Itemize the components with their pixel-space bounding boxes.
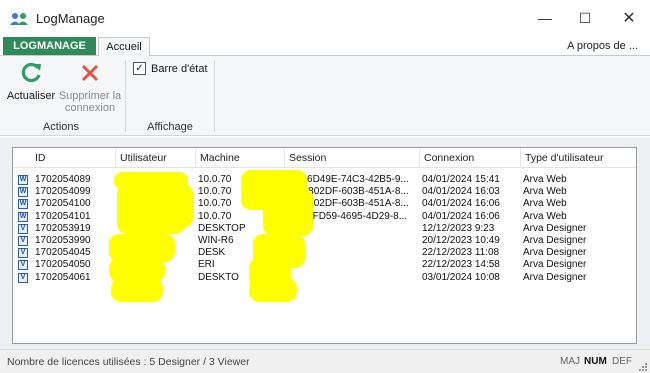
group-divider <box>125 60 126 132</box>
licence-count: Nombre de licences utilisées : 5 Designe… <box>7 356 250 368</box>
resize-grip-icon[interactable] <box>639 362 647 371</box>
designer-user-icon: V <box>18 248 28 259</box>
designer-user-icon: V <box>18 223 28 234</box>
actions-group-label: Actions <box>42 121 80 133</box>
column-header[interactable]: ID <box>13 148 116 168</box>
column-header[interactable]: Session <box>285 148 420 168</box>
users-icon <box>10 12 30 26</box>
table-row[interactable]: W 1702054101 10.0.70 {0403FD59-4695-4D29-8.… <box>13 211 636 223</box>
cell-type: Arva Designer <box>523 222 587 234</box>
cell-session <box>287 235 419 247</box>
column-header[interactable]: Utilisateur <box>116 148 196 168</box>
ribbon-tab-bar: LOGMANAGE Accueil A propos de ... <box>0 36 650 57</box>
table-row[interactable]: V 1702054061 DESKTO 03/01/2024 10:08 Arva De… <box>13 272 636 284</box>
cell-type: Arva Designer <box>523 247 587 259</box>
table-row[interactable]: V 1702054045 DESK 22/12/2023 11:08 Arva Desi… <box>13 247 636 259</box>
content-area: ID Utilisateur Machine Session Connexion Type… <box>0 137 650 349</box>
refresh-button[interactable]: Actualiser <box>6 60 56 102</box>
delete-label-line2: connexion <box>64 102 116 114</box>
statusbar-checkbox[interactable]: ✓ <box>133 62 146 75</box>
maximize-button[interactable]: ☐ <box>570 8 600 28</box>
cell-connexion: 12/12/2023 9:23 <box>422 222 495 234</box>
delete-x-icon <box>76 60 104 86</box>
connections-list[interactable]: ID Utilisateur Machine Session Connexion Type… <box>12 147 637 344</box>
caps-indicator: MAJ <box>560 356 580 367</box>
cell-id: 1702054061 <box>35 271 91 283</box>
cell-type: Arva Designer <box>523 235 587 246</box>
cell-connexion: 22/12/2023 14:58 <box>422 259 500 271</box>
cell-id: 1702054100 <box>35 198 91 210</box>
status-bar: Nombre de licences utilisées : 5 Designe… <box>0 349 650 373</box>
window-title: LogManage <box>36 11 105 26</box>
cell-type: Arva Web <box>523 210 567 222</box>
cell-session <box>287 272 419 284</box>
close-button[interactable]: ✕ <box>614 8 644 28</box>
web-user-icon: W <box>18 199 28 210</box>
web-user-icon: W <box>18 175 28 185</box>
cell-type: Arva Designer <box>523 271 587 283</box>
web-user-icon: W <box>18 211 28 222</box>
delete-label-line1: Supprimer la <box>58 90 122 102</box>
cell-id: 1702054045 <box>35 247 91 259</box>
statusbar-toggle[interactable]: ✓ Barre d'état <box>133 62 208 75</box>
table-row[interactable]: V 1702053919 DESKTOP 12/12/2023 9:23 Arva De… <box>13 223 636 235</box>
table-row[interactable]: W 1702054100 10.0.70 {B91802DF-603B-451A-8.… <box>13 198 636 210</box>
cell-type: Arva Web <box>523 174 567 185</box>
table-row[interactable]: V 1702053990 WIN-R6 20/12/2023 10:49 Arva De… <box>13 235 636 247</box>
cell-id: 1702053990 <box>35 235 91 246</box>
delete-connection-button[interactable]: Supprimer la connexion <box>58 60 122 114</box>
designer-user-icon: V <box>18 260 28 271</box>
cell-type: Arva Web <box>523 198 567 210</box>
cell-id: 1702054101 <box>35 210 91 222</box>
table-row[interactable]: W 1702054089 10.0.70 {7886D49E-74C3-42B5-9.… <box>13 174 636 186</box>
designer-user-icon: V <box>18 272 28 283</box>
statusbar-checkbox-label: Barre d'état <box>151 62 208 75</box>
cell-session <box>287 247 419 259</box>
cell-id: 1702054099 <box>35 186 91 198</box>
cell-connexion: 04/01/2024 16:06 <box>422 210 500 222</box>
cell-type: Arva Web <box>523 186 567 198</box>
cell-id: 1702054050 <box>35 259 91 271</box>
designer-user-icon: V <box>18 236 28 246</box>
column-header[interactable]: Connexion <box>420 148 521 168</box>
refresh-label: Actualiser <box>6 90 56 102</box>
tab-accueil[interactable]: Accueil <box>98 37 150 57</box>
cell-id: 1702054089 <box>35 174 91 185</box>
redaction-mark <box>111 278 163 302</box>
cell-connexion: 20/12/2023 10:49 <box>422 235 500 246</box>
title-bar: LogManage — ☐ ✕ <box>0 0 650 36</box>
table-row[interactable]: V 1702054050 ERI 22/12/2023 14:58 Arva Desig… <box>13 259 636 271</box>
cell-connexion: 04/01/2024 15:41 <box>422 174 500 185</box>
cell-connexion: 04/01/2024 16:06 <box>422 198 500 210</box>
actions-group: Actualiser Supprimer la connexion Action… <box>0 56 122 136</box>
group-divider <box>214 60 215 132</box>
cell-connexion: 22/12/2023 11:08 <box>422 247 500 259</box>
column-header[interactable]: Machine <box>196 148 285 168</box>
about-link[interactable]: A propos de ... <box>567 40 638 52</box>
table-row[interactable]: W 1702054099 10.0.70 {B91802DF-603B-451A-8.… <box>13 186 636 198</box>
column-header[interactable]: Type d'utilisateur <box>521 148 636 168</box>
list-header: ID Utilisateur Machine Session Connexion Type… <box>13 148 636 168</box>
display-group-label: Affichage <box>147 121 193 133</box>
scroll-indicator: DEF <box>612 356 632 367</box>
tab-logmanage[interactable]: LOGMANAGE <box>3 37 96 55</box>
cell-connexion: 04/01/2024 16:03 <box>422 186 500 198</box>
num-indicator: NUM <box>584 356 607 367</box>
cell-session <box>287 259 419 271</box>
refresh-icon <box>17 60 45 86</box>
redaction-mark <box>117 208 185 234</box>
display-group: ✓ Barre d'état Affichage <box>127 56 213 136</box>
minimize-button[interactable]: — <box>530 8 560 28</box>
cell-connexion: 03/01/2024 10:08 <box>422 271 500 283</box>
redaction-mark <box>249 278 297 302</box>
cell-type: Arva Designer <box>523 259 587 271</box>
web-user-icon: W <box>18 187 28 198</box>
cell-id: 1702053919 <box>35 222 91 234</box>
redaction-mark <box>263 188 313 236</box>
ribbon: Actualiser Supprimer la connexion Action… <box>0 56 650 136</box>
